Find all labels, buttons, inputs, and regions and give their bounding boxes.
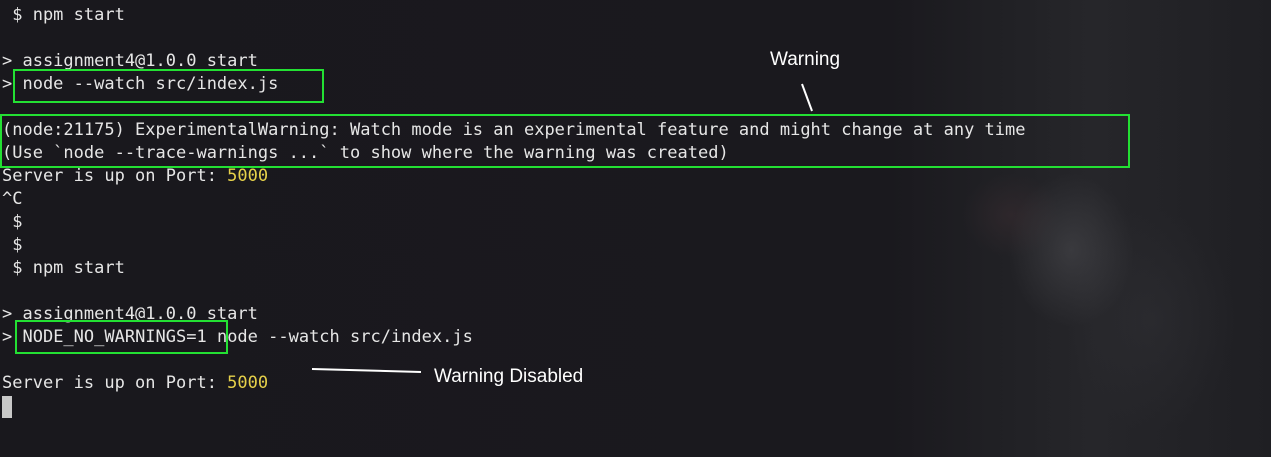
server-status-text: Server is up on Port: bbox=[2, 373, 228, 393]
server-status-line: Server is up on Port: 5000 bbox=[2, 372, 268, 395]
command-rest: node --watch src/index.js bbox=[206, 327, 473, 347]
port-value: 5000 bbox=[227, 373, 269, 393]
server-status-text: Server is up on Port: bbox=[2, 166, 228, 186]
background-image bbox=[951, 0, 1271, 457]
terminal-line: $ npm start bbox=[2, 258, 125, 278]
server-status-line: Server is up on Port: 5000 bbox=[2, 165, 268, 188]
disabled-pointer-line bbox=[311, 368, 422, 373]
terminal-window[interactable]: $ npm start > assignment4@1.0.0 start > … bbox=[0, 0, 1271, 457]
warning-disabled-annotation-label: Warning Disabled bbox=[434, 366, 584, 387]
highlight-box-warning bbox=[0, 114, 1130, 168]
warning-annotation-label: Warning bbox=[770, 49, 841, 70]
terminal-line: ^C bbox=[2, 189, 23, 209]
terminal-cursor bbox=[2, 396, 12, 418]
port-value: 5000 bbox=[227, 166, 269, 186]
highlight-box-flag bbox=[15, 320, 228, 354]
terminal-line: $ npm start bbox=[2, 5, 125, 25]
warning-pointer-line bbox=[801, 83, 813, 112]
terminal-line: $ bbox=[2, 212, 23, 232]
highlight-box-command bbox=[13, 69, 324, 103]
terminal-line: $ bbox=[2, 235, 23, 255]
